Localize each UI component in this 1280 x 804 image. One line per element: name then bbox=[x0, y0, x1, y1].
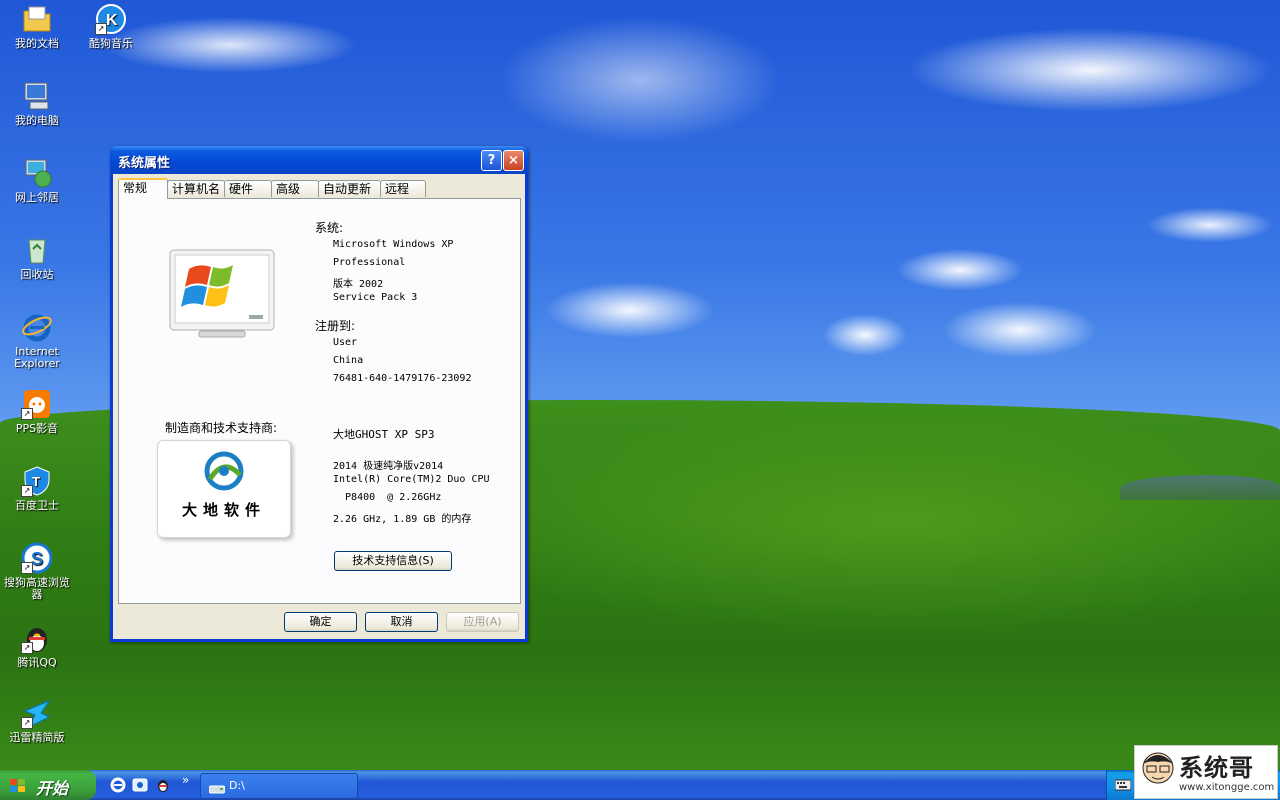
keyboard-icon[interactable] bbox=[1114, 778, 1132, 795]
manufacturer-label: 制造商和技术支持商: bbox=[165, 421, 278, 435]
dadi-logo-icon bbox=[204, 451, 244, 491]
system-line-sp: Service Pack 3 bbox=[333, 292, 418, 303]
apply-button[interactable]: 应用(A) bbox=[446, 612, 519, 632]
wallpaper-distant-hills bbox=[1120, 475, 1280, 500]
windows-monitor-logo-icon bbox=[169, 249, 275, 343]
close-button[interactable]: × bbox=[503, 150, 524, 171]
oem-logo-text: 大地软件 bbox=[181, 501, 266, 519]
system-line-edition: Professional bbox=[333, 257, 406, 268]
watermark-logo: 系统哥 www.xitongge.com bbox=[1134, 745, 1278, 799]
desktop-icon-thunder[interactable]: ↗ 迅雷精简版 bbox=[0, 697, 74, 744]
quicklaunch-ie-icon[interactable] bbox=[110, 777, 126, 793]
windows-flag-icon bbox=[10, 778, 26, 792]
desktop-icon-kugou[interactable]: K ↗ 酷狗音乐 bbox=[74, 3, 148, 50]
desktop-icon-recycle-bin[interactable]: 回收站 bbox=[0, 234, 74, 281]
network-places-icon bbox=[21, 157, 53, 189]
oem-line-cpu: Intel(R) Core(TM)2 Duo CPU bbox=[333, 474, 490, 485]
oem-line-cpu-model: P8400 @ 2.26GHz bbox=[333, 492, 442, 503]
desktop-icon-label: 百度卫士 bbox=[15, 499, 59, 512]
shortcut-arrow-icon: ↗ bbox=[21, 485, 33, 497]
registered-user: User bbox=[333, 337, 358, 348]
tab-auto-update[interactable]: 自动更新 bbox=[318, 180, 381, 197]
support-info-button[interactable]: 技术支持信息(S) bbox=[334, 551, 452, 571]
oem-line-product: 大地GHOST XP SP3 bbox=[333, 428, 435, 441]
shortcut-arrow-icon: ↗ bbox=[21, 408, 33, 420]
desktop-icon-label: 酷狗音乐 bbox=[89, 37, 133, 50]
shortcut-arrow-icon: ↗ bbox=[95, 23, 107, 35]
desktop-icon-ie[interactable]: Internet Explorer bbox=[0, 311, 74, 370]
watermark-title: 系统哥 bbox=[1179, 754, 1254, 782]
product-id: 76481-640-1479176-23092 bbox=[333, 373, 472, 384]
general-tab-panel: 系统: Microsoft Windows XP Professional 版本… bbox=[118, 198, 521, 604]
quicklaunch-media-icon[interactable] bbox=[132, 777, 148, 793]
taskbar-item-d-drive[interactable]: D:\ bbox=[200, 773, 358, 799]
oem-line-memory: 2.26 GHz, 1.89 GB 的内存 bbox=[333, 514, 472, 525]
desktop-icon-baidu[interactable]: T ↗ 百度卫士 bbox=[0, 465, 74, 512]
tab-computer-name[interactable]: 计算机名 bbox=[167, 180, 225, 197]
start-button[interactable]: 开始 bbox=[0, 770, 96, 800]
registered-label: 注册到: bbox=[315, 319, 356, 333]
sogou-browser-icon: S ↗ bbox=[21, 542, 53, 574]
desktop-icon-label: 我的电脑 bbox=[15, 114, 59, 127]
tab-hardware[interactable]: 硬件 bbox=[224, 180, 272, 197]
tab-general[interactable]: 常规 bbox=[118, 178, 168, 199]
baidu-guard-icon: T ↗ bbox=[21, 465, 53, 497]
desktop-icon-label: 我的文档 bbox=[15, 37, 59, 50]
system-line-os: Microsoft Windows XP bbox=[333, 239, 454, 250]
system-line-version: 版本 2002 bbox=[333, 279, 384, 290]
tab-remote[interactable]: 远程 bbox=[380, 180, 426, 197]
shortcut-arrow-icon: ↗ bbox=[21, 562, 33, 574]
taskbar: 开始 » D:\ bbox=[0, 770, 1280, 800]
desktop-icon-label: 搜狗高速浏览器 bbox=[4, 576, 70, 601]
quicklaunch-expand[interactable]: » bbox=[182, 773, 189, 787]
drive-icon bbox=[208, 780, 226, 804]
svg-text:K: K bbox=[106, 12, 118, 29]
pps-player-icon: ↗ bbox=[21, 388, 53, 420]
desktop-icon-label: 迅雷精简版 bbox=[9, 731, 65, 744]
my-documents-folder-icon bbox=[21, 3, 53, 35]
desktop-icon-my-documents[interactable]: 我的文档 bbox=[0, 3, 74, 50]
ok-button[interactable]: 确定 bbox=[284, 612, 357, 632]
registered-org: China bbox=[333, 355, 364, 366]
help-button[interactable]: ? bbox=[481, 150, 502, 171]
desktop-icon-my-computer[interactable]: 我的电脑 bbox=[0, 80, 74, 127]
recycle-bin-icon bbox=[21, 234, 53, 266]
desktop-icon-label: Internet Explorer bbox=[14, 345, 60, 370]
start-label: 开始 bbox=[36, 779, 69, 798]
desktop-icon-label: PPS影音 bbox=[15, 422, 59, 435]
internet-explorer-icon bbox=[21, 311, 53, 343]
thunder-icon: ↗ bbox=[21, 697, 53, 729]
my-computer-icon bbox=[21, 80, 53, 112]
svg-text:T: T bbox=[32, 474, 40, 489]
cancel-button[interactable]: 取消 bbox=[365, 612, 438, 632]
oem-line-edition: 2014 极速纯净版v2014 bbox=[333, 461, 444, 472]
window-client-area: 常规 计算机名 硬件 高级 自动更新 远程 系统: Microsoft Wind… bbox=[113, 174, 525, 639]
desktop-icon-sogou[interactable]: S ↗ 搜狗高速浏览器 bbox=[0, 542, 74, 601]
system-properties-window: 系统属性 ? × 常规 计算机名 硬件 高级 自动更新 远程 系统: Micro… bbox=[110, 146, 528, 642]
desktop-icon-pps[interactable]: ↗ PPS影音 bbox=[0, 388, 74, 435]
taskbar-item-label: D:\ bbox=[229, 779, 245, 792]
window-title: 系统属性 bbox=[118, 156, 171, 171]
watermark-url: www.xitongge.com bbox=[1179, 782, 1275, 793]
desktop-icon-qq[interactable]: ↗ 腾讯QQ bbox=[0, 622, 74, 669]
shortcut-arrow-icon: ↗ bbox=[21, 717, 33, 729]
window-titlebar[interactable]: 系统属性 ? × bbox=[110, 146, 528, 174]
desktop-icon-label: 腾讯QQ bbox=[17, 656, 57, 669]
desktop-icon-label: 回收站 bbox=[20, 268, 54, 281]
oem-logo: 大地软件 bbox=[157, 440, 291, 538]
qq-penguin-icon: ↗ bbox=[21, 622, 53, 654]
desktop-icon-label: 网上邻居 bbox=[15, 191, 59, 204]
desktop-icon-network[interactable]: 网上邻居 bbox=[0, 157, 74, 204]
shortcut-arrow-icon: ↗ bbox=[21, 642, 33, 654]
tab-advanced[interactable]: 高级 bbox=[271, 180, 319, 197]
kugou-music-icon: K ↗ bbox=[95, 3, 127, 35]
quicklaunch-qq-icon[interactable] bbox=[155, 777, 171, 793]
watermark-avatar-icon bbox=[1139, 750, 1177, 797]
system-label: 系统: bbox=[315, 221, 344, 235]
